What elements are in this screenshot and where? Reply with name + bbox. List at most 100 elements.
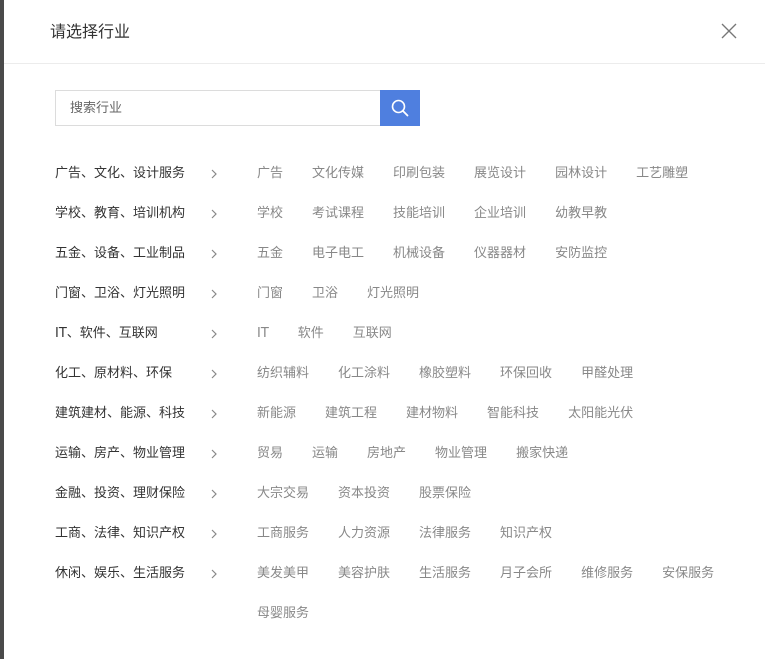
sub-item[interactable]: 学校	[257, 194, 283, 234]
sub-item[interactable]: 月子会所	[500, 554, 552, 594]
close-button[interactable]	[721, 23, 737, 39]
sub-item[interactable]: 股票保险	[419, 474, 471, 514]
sub-item[interactable]: 人力资源	[338, 514, 390, 554]
sub-item-list: 大宗交易 资本投资 股票保险	[257, 474, 757, 514]
sub-item[interactable]: 仪器器材	[474, 234, 526, 274]
category-row: 学校、教育、培训机构 学校 考试课程 技能培训 企业培训 幼教早教	[55, 194, 755, 234]
sub-item[interactable]: 房地产	[367, 434, 406, 474]
category-row: 运输、房产、物业管理 贸易 运输 房地产 物业管理 搬家快递	[55, 434, 755, 474]
sub-item[interactable]: 考试课程	[312, 194, 364, 234]
sub-item[interactable]: 母婴服务	[257, 594, 309, 634]
sub-item[interactable]: 美容护肤	[338, 554, 390, 594]
sub-item[interactable]: 生活服务	[419, 554, 471, 594]
category-label[interactable]: 休闲、娱乐、生活服务	[55, 564, 185, 584]
search-box	[55, 90, 420, 126]
sub-item[interactable]: 化工涂料	[338, 354, 390, 394]
sub-item[interactable]: 灯光照明	[367, 274, 419, 314]
sub-item[interactable]: 维修服务	[581, 554, 633, 594]
sub-item[interactable]: 新能源	[257, 394, 296, 434]
sub-item-list: 门窗 卫浴 灯光照明	[257, 274, 757, 314]
sub-item-list: IT 软件 互联网	[257, 314, 757, 354]
sub-item[interactable]: 资本投资	[338, 474, 390, 514]
sub-item[interactable]: 园林设计	[555, 154, 607, 194]
search-button[interactable]	[380, 90, 420, 126]
category-label[interactable]: 化工、原材料、环保	[55, 364, 172, 384]
search-input[interactable]	[55, 90, 380, 126]
chevron-right-icon	[211, 409, 217, 419]
sub-item[interactable]: 安保服务	[662, 554, 714, 594]
sub-item[interactable]: 搬家快递	[516, 434, 568, 474]
sub-item[interactable]: 建筑工程	[325, 394, 377, 434]
dialog-title: 请选择行业	[50, 22, 131, 41]
chevron-right-icon	[211, 249, 217, 259]
sub-item[interactable]: 美发美甲	[257, 554, 309, 594]
category-label[interactable]: 门窗、卫浴、灯光照明	[55, 284, 185, 304]
sub-item[interactable]: 门窗	[257, 274, 283, 314]
search-icon	[391, 99, 409, 117]
category-row: 门窗、卫浴、灯光照明 门窗 卫浴 灯光照明	[55, 274, 755, 314]
industry-select-dialog: 请选择行业 广告、文化、设计服务 广告文化传媒印刷包装展览设计园林设计工艺雕塑学校…	[4, 0, 765, 659]
sub-item[interactable]: 展览设计	[474, 154, 526, 194]
category-label[interactable]: 学校、教育、培训机构	[55, 204, 185, 224]
chevron-right-icon	[211, 369, 217, 379]
category-row: 化工、原材料、环保 纺织辅料 化工涂料 橡胶塑料 环保回收 甲醛处理	[55, 354, 755, 394]
category-label[interactable]: 运输、房产、物业管理	[55, 444, 185, 464]
category-label[interactable]: 广告、文化、设计服务	[55, 164, 185, 184]
category-row: 工商、法律、知识产权 工商服务 人力资源 法律服务 知识产权	[55, 514, 755, 554]
category-label[interactable]: 工商、法律、知识产权	[55, 524, 185, 544]
category-label[interactable]: IT、软件、互联网	[55, 324, 158, 344]
category-label[interactable]: 金融、投资、理财保险	[55, 484, 185, 504]
category-row: 广告、文化、设计服务 广告 文化传媒 印刷包装 展览设计 园林设计 工艺雕塑	[55, 154, 755, 194]
sub-item[interactable]: 纺织辅料	[257, 354, 309, 394]
chevron-right-icon	[211, 569, 217, 579]
sub-item[interactable]: 知识产权	[500, 514, 552, 554]
chevron-right-icon	[211, 329, 217, 339]
sub-item[interactable]: 技能培训	[393, 194, 445, 234]
sub-item-list: 工商服务 人力资源 法律服务 知识产权	[257, 514, 757, 554]
sub-item[interactable]: 机械设备	[393, 234, 445, 274]
chevron-right-icon	[211, 489, 217, 499]
sub-item[interactable]: 安防监控	[555, 234, 607, 274]
dialog-header: 请选择行业	[4, 0, 765, 64]
sub-item[interactable]: 建材物料	[406, 394, 458, 434]
sub-item-list: 纺织辅料 化工涂料 橡胶塑料 环保回收 甲醛处理	[257, 354, 757, 394]
sub-item[interactable]: 法律服务	[419, 514, 471, 554]
sub-item[interactable]: 贸易	[257, 434, 283, 474]
sub-item-list: 五金 电子电工 机械设备 仪器器材 安防监控	[257, 234, 757, 274]
sub-item[interactable]: 广告	[257, 154, 283, 194]
chevron-right-icon	[211, 209, 217, 219]
sub-item[interactable]: 印刷包装	[393, 154, 445, 194]
sub-item[interactable]: IT	[257, 314, 269, 354]
sub-item[interactable]: 软件	[298, 314, 324, 354]
sub-item[interactable]: 工商服务	[257, 514, 309, 554]
sub-item[interactable]: 橡胶塑料	[419, 354, 471, 394]
category-row: 金融、投资、理财保险 大宗交易 资本投资 股票保险	[55, 474, 755, 514]
sub-item-list: 美发美甲 美容护肤 生活服务 月子会所 维修服务 安保服务母婴服务	[257, 554, 757, 634]
sub-item[interactable]: 智能科技	[487, 394, 539, 434]
sub-item[interactable]: 物业管理	[435, 434, 487, 474]
category-label[interactable]: 五金、设备、工业制品	[55, 244, 185, 264]
sub-item-list: 广告 文化传媒 印刷包装 展览设计 园林设计 工艺雕塑	[257, 154, 757, 194]
category-label[interactable]: 建筑建材、能源、科技	[55, 404, 185, 424]
category-row: 五金、设备、工业制品 五金 电子电工 机械设备 仪器器材 安防监控	[55, 234, 755, 274]
category-row: 休闲、娱乐、生活服务 美发美甲 美容护肤 生活服务 月子会所 维修服务 安保服务母婴服务	[55, 554, 755, 634]
sub-item-list: 贸易 运输 房地产 物业管理 搬家快递	[257, 434, 757, 474]
sub-item[interactable]: 环保回收	[500, 354, 552, 394]
category-row: 建筑建材、能源、科技 新能源 建筑工程 建材物料 智能科技 太阳能光伏	[55, 394, 755, 434]
chevron-right-icon	[211, 529, 217, 539]
sub-item[interactable]: 企业培训	[474, 194, 526, 234]
sub-item[interactable]: 工艺雕塑	[636, 154, 688, 194]
sub-item[interactable]: 卫浴	[312, 274, 338, 314]
sub-item-list: 学校 考试课程 技能培训 企业培训 幼教早教	[257, 194, 757, 234]
sub-item[interactable]: 幼教早教	[555, 194, 607, 234]
sub-item[interactable]: 大宗交易	[257, 474, 309, 514]
sub-item[interactable]: 运输	[312, 434, 338, 474]
category-list: 广告、文化、设计服务 广告 文化传媒 印刷包装 展览设计 园林设计 工艺雕塑 学校、教育、培训…	[55, 154, 755, 634]
sub-item[interactable]: 电子电工	[312, 234, 364, 274]
sub-item[interactable]: 甲醛处理	[581, 354, 633, 394]
sub-item[interactable]: 五金	[257, 234, 283, 274]
sub-item[interactable]: 互联网	[353, 314, 392, 354]
sub-item[interactable]: 文化传媒	[312, 154, 364, 194]
sub-item[interactable]: 太阳能光伏	[568, 394, 633, 434]
chevron-right-icon	[211, 449, 217, 459]
